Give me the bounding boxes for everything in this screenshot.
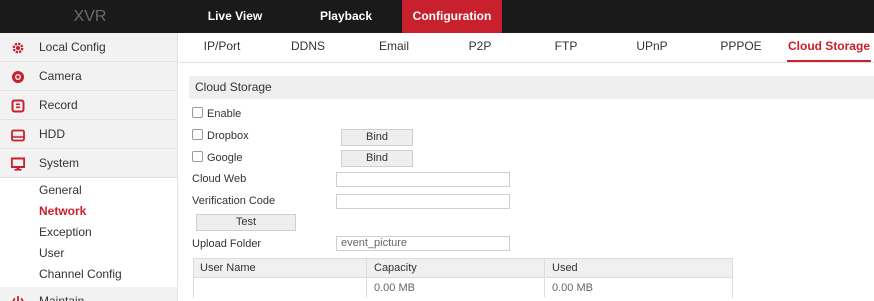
- cell-used: 0.00 MB: [552, 282, 593, 294]
- enable-label: Enable: [207, 108, 242, 120]
- verification-code-label: Verification Code: [192, 195, 276, 207]
- dropbox-checkbox[interactable]: [192, 129, 203, 140]
- sidebar-item-label: HDD: [39, 127, 65, 141]
- upload-folder-label: Upload Folder: [192, 238, 262, 250]
- google-bind-button[interactable]: Bind: [341, 150, 413, 167]
- network-subtabs: IP/Port DDNS Email P2P FTP UPnP PPPOE Cl…: [179, 33, 874, 63]
- tab-configuration[interactable]: Configuration: [402, 0, 502, 33]
- google-checkbox[interactable]: [192, 151, 203, 162]
- google-row: Google: [192, 150, 242, 166]
- subtab-p2p[interactable]: P2P: [437, 33, 523, 62]
- sidebar-item-label: Record: [39, 98, 78, 112]
- monitor-icon: [11, 157, 25, 171]
- column-divider: [366, 259, 367, 297]
- power-icon: [12, 296, 24, 301]
- column-divider: [544, 259, 545, 297]
- brand-logo: XVR: [73, 8, 107, 25]
- sidebar-subitem-user[interactable]: User: [39, 243, 64, 264]
- storage-table: User Name Capacity Used 0.00 MB 0.00 MB: [193, 258, 733, 298]
- dropbox-row: Dropbox: [192, 128, 249, 144]
- sidebar-item-maintain[interactable]: Maintain: [0, 287, 177, 301]
- subtab-ftp[interactable]: FTP: [523, 33, 609, 62]
- sidebar-subitem-exception[interactable]: Exception: [39, 222, 92, 243]
- sidebar-subitem-general[interactable]: General: [39, 180, 82, 201]
- cell-user-name: [194, 279, 366, 298]
- sidebar-subitem-channel-config[interactable]: Channel Config: [39, 264, 122, 285]
- upload-folder-input[interactable]: event_picture: [336, 236, 510, 251]
- test-button[interactable]: Test: [196, 214, 296, 231]
- enable-checkbox[interactable]: [192, 107, 203, 118]
- hdd-icon: [11, 129, 25, 142]
- dropbox-label: Dropbox: [207, 130, 249, 142]
- sidebar-item-label: Local Config: [39, 40, 106, 54]
- camera-icon: [12, 71, 24, 83]
- table-header-row: User Name Capacity Used: [194, 259, 732, 278]
- sidebar-item-hdd[interactable]: HDD: [0, 120, 177, 149]
- verification-code-input[interactable]: [336, 194, 510, 209]
- column-header-user-name: User Name: [200, 262, 256, 274]
- table-row: 0.00 MB 0.00 MB: [194, 279, 732, 298]
- column-header-capacity: Capacity: [374, 262, 417, 274]
- subtab-cloud-storage[interactable]: Cloud Storage: [787, 33, 871, 62]
- gear-icon: [12, 42, 24, 54]
- sidebar-item-label: System: [39, 156, 80, 170]
- top-nav-bar: XVR Live View Playback Configuration: [0, 0, 874, 33]
- tab-live-view[interactable]: Live View: [180, 0, 290, 33]
- section-title: Cloud Storage: [189, 76, 874, 99]
- sidebar: Local Config Camera Record HDD System Ge…: [0, 33, 178, 301]
- cloud-web-input[interactable]: [336, 172, 510, 187]
- cloud-web-label: Cloud Web: [192, 173, 247, 185]
- tab-playback[interactable]: Playback: [290, 0, 402, 33]
- sidebar-item-record[interactable]: Record: [0, 91, 177, 120]
- subtab-upnp[interactable]: UPnP: [609, 33, 695, 62]
- sidebar-item-local-config[interactable]: Local Config: [0, 33, 177, 62]
- google-label: Google: [207, 152, 243, 164]
- column-header-used: Used: [552, 262, 578, 274]
- dropbox-bind-button[interactable]: Bind: [341, 129, 413, 146]
- sidebar-item-system[interactable]: System: [0, 149, 177, 178]
- sidebar-item-label: Camera: [39, 69, 82, 83]
- sidebar-item-label: Maintain: [39, 294, 85, 301]
- sidebar-item-camera[interactable]: Camera: [0, 62, 177, 91]
- subtab-ip-port[interactable]: IP/Port: [179, 33, 265, 62]
- subtab-ddns[interactable]: DDNS: [265, 33, 351, 62]
- sidebar-subitem-network[interactable]: Network: [39, 201, 86, 222]
- enable-row: Enable: [192, 106, 241, 122]
- subtab-email[interactable]: Email: [351, 33, 437, 62]
- record-icon: [11, 99, 25, 113]
- subtab-pppoe[interactable]: PPPOE: [695, 33, 787, 62]
- cell-capacity: 0.00 MB: [374, 282, 415, 294]
